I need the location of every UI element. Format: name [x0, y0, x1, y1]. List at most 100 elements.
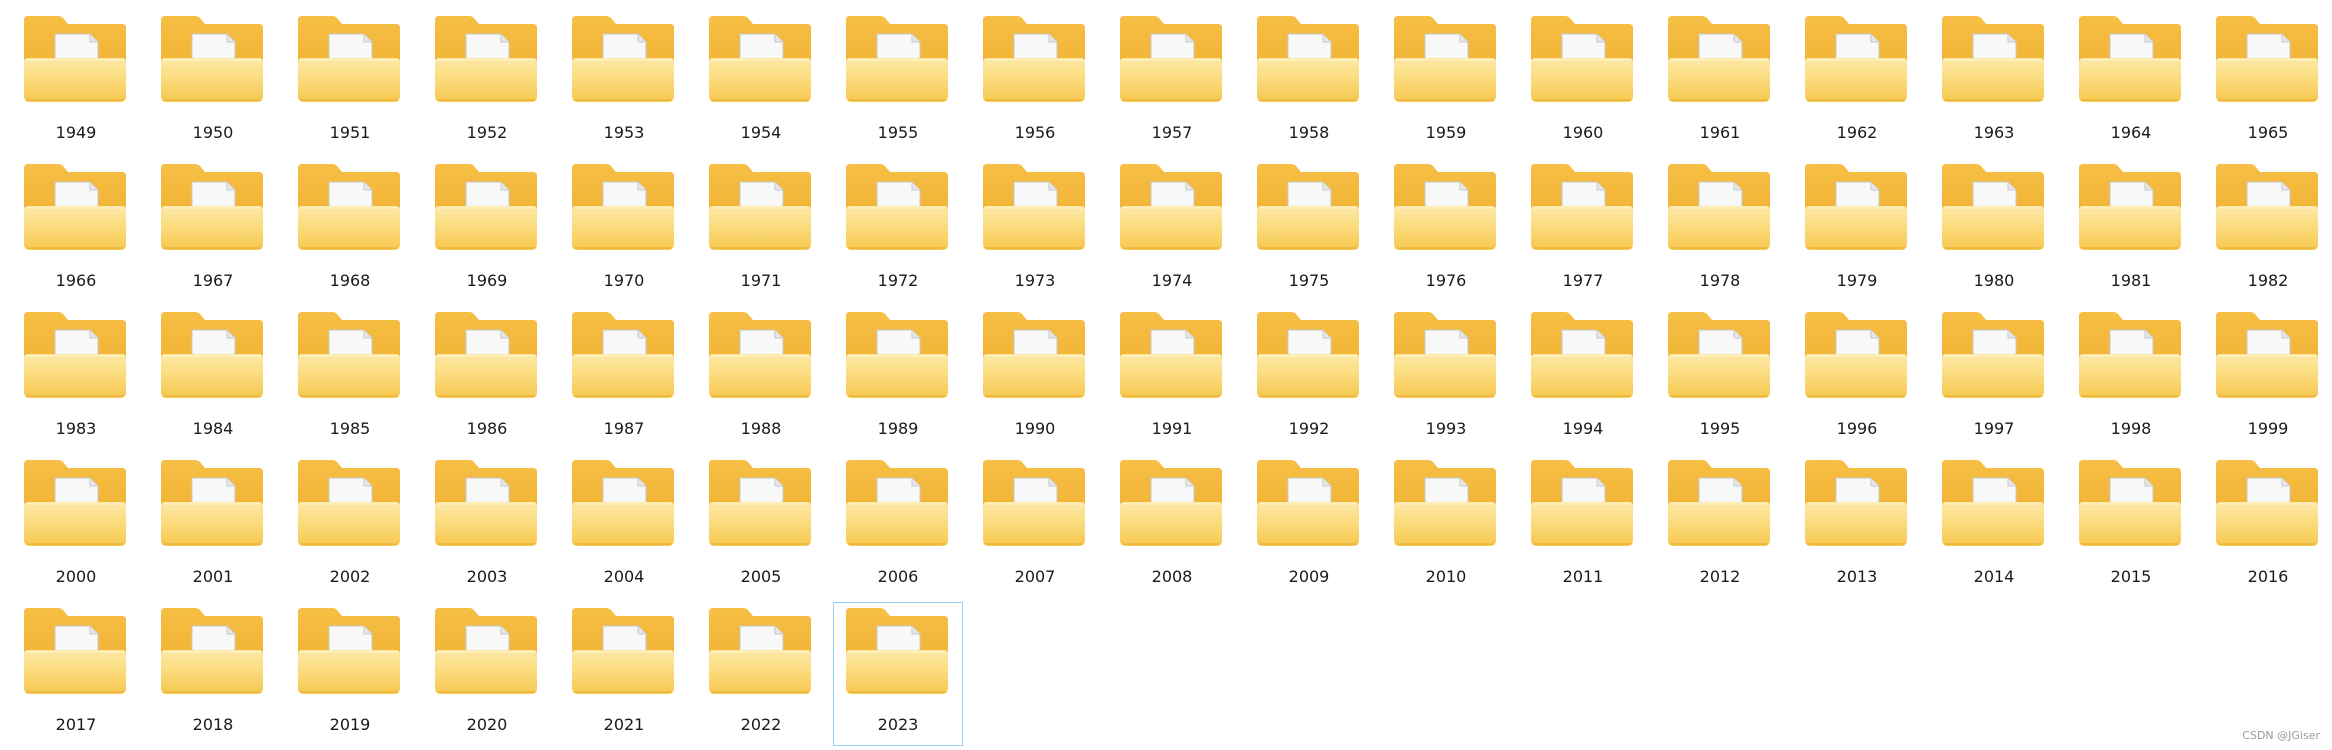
folder-2014[interactable]: 2014: [1929, 454, 2059, 598]
folder-2008[interactable]: 2008: [1107, 454, 1237, 598]
folder-1950[interactable]: 1950: [148, 10, 278, 154]
folder-2004[interactable]: 2004: [559, 454, 689, 598]
folder-2018[interactable]: 2018: [148, 602, 278, 746]
folder-icon: [1394, 16, 1496, 102]
folder-icon: [1120, 460, 1222, 546]
folder-1967[interactable]: 1967: [148, 158, 278, 302]
folder-1951[interactable]: 1951: [285, 10, 415, 154]
folder-label: 1955: [877, 123, 919, 142]
folder-2011[interactable]: 2011: [1518, 454, 1648, 598]
folder-icon: [161, 608, 263, 694]
folder-1970[interactable]: 1970: [559, 158, 689, 302]
folder-1971[interactable]: 1971: [696, 158, 826, 302]
folder-1980[interactable]: 1980: [1929, 158, 2059, 302]
folder-2016[interactable]: 2016: [2203, 454, 2332, 598]
folder-2003[interactable]: 2003: [422, 454, 552, 598]
folder-1960[interactable]: 1960: [1518, 10, 1648, 154]
folder-1973[interactable]: 1973: [970, 158, 1100, 302]
folder-1956[interactable]: 1956: [970, 10, 1100, 154]
folder-2002[interactable]: 2002: [285, 454, 415, 598]
folder-1991[interactable]: 1991: [1107, 306, 1237, 450]
folder-icon: [161, 164, 263, 250]
folder-1972[interactable]: 1972: [833, 158, 963, 302]
folder-2015[interactable]: 2015: [2066, 454, 2196, 598]
folder-1961[interactable]: 1961: [1655, 10, 1785, 154]
folder-2010[interactable]: 2010: [1381, 454, 1511, 598]
folder-1974[interactable]: 1974: [1107, 158, 1237, 302]
folder-label: 2002: [329, 567, 371, 586]
folder-1957[interactable]: 1957: [1107, 10, 1237, 154]
folder-1965[interactable]: 1965: [2203, 10, 2332, 154]
folder-1953[interactable]: 1953: [559, 10, 689, 154]
folder-1999[interactable]: 1999: [2203, 306, 2332, 450]
folder-1969[interactable]: 1969: [422, 158, 552, 302]
folder-label: 1972: [877, 271, 919, 290]
folder-1954[interactable]: 1954: [696, 10, 826, 154]
folder-1983[interactable]: 1983: [11, 306, 141, 450]
folder-1964[interactable]: 1964: [2066, 10, 2196, 154]
folder-1979[interactable]: 1979: [1792, 158, 1922, 302]
folder-label: 1968: [329, 271, 371, 290]
folder-label: 2005: [740, 567, 782, 586]
folder-1982[interactable]: 1982: [2203, 158, 2332, 302]
folder-1993[interactable]: 1993: [1381, 306, 1511, 450]
folder-1968[interactable]: 1968: [285, 158, 415, 302]
folder-2005[interactable]: 2005: [696, 454, 826, 598]
folder-1963[interactable]: 1963: [1929, 10, 2059, 154]
folder-label: 1981: [2110, 271, 2152, 290]
folder-icon: [1668, 312, 1770, 398]
folder-1998[interactable]: 1998: [2066, 306, 2196, 450]
folder-label: 2009: [1288, 567, 1330, 586]
folder-1992[interactable]: 1992: [1244, 306, 1374, 450]
folder-1995[interactable]: 1995: [1655, 306, 1785, 450]
folder-1989[interactable]: 1989: [833, 306, 963, 450]
folder-1966[interactable]: 1966: [11, 158, 141, 302]
folder-1955[interactable]: 1955: [833, 10, 963, 154]
folder-1985[interactable]: 1985: [285, 306, 415, 450]
folder-1996[interactable]: 1996: [1792, 306, 1922, 450]
folder-1986[interactable]: 1986: [422, 306, 552, 450]
folder-2006[interactable]: 2006: [833, 454, 963, 598]
folder-label: 1951: [329, 123, 371, 142]
folder-2021[interactable]: 2021: [559, 602, 689, 746]
folder-label: 2010: [1425, 567, 1467, 586]
folder-2009[interactable]: 2009: [1244, 454, 1374, 598]
folder-1984[interactable]: 1984: [148, 306, 278, 450]
folder-1962[interactable]: 1962: [1792, 10, 1922, 154]
folder-1981[interactable]: 1981: [2066, 158, 2196, 302]
folder-label: 1956: [1014, 123, 1056, 142]
folder-1978[interactable]: 1978: [1655, 158, 1785, 302]
folder-2007[interactable]: 2007: [970, 454, 1100, 598]
folder-label: 1995: [1699, 419, 1741, 438]
folder-1994[interactable]: 1994: [1518, 306, 1648, 450]
folder-1987[interactable]: 1987: [559, 306, 689, 450]
folder-2023[interactable]: 2023: [833, 602, 963, 746]
folder-1959[interactable]: 1959: [1381, 10, 1511, 154]
folder-icon: [1257, 312, 1359, 398]
folder-1990[interactable]: 1990: [970, 306, 1100, 450]
folder-1976[interactable]: 1976: [1381, 158, 1511, 302]
folder-icon: [435, 164, 537, 250]
folder-2017[interactable]: 2017: [11, 602, 141, 746]
folder-2001[interactable]: 2001: [148, 454, 278, 598]
folder-1988[interactable]: 1988: [696, 306, 826, 450]
folder-2020[interactable]: 2020: [422, 602, 552, 746]
folder-2013[interactable]: 2013: [1792, 454, 1922, 598]
folder-2019[interactable]: 2019: [285, 602, 415, 746]
folder-icon: [2216, 164, 2318, 250]
folder-1977[interactable]: 1977: [1518, 158, 1648, 302]
folder-1997[interactable]: 1997: [1929, 306, 2059, 450]
folder-2022[interactable]: 2022: [696, 602, 826, 746]
folder-label: 1960: [1562, 123, 1604, 142]
folder-icon: [298, 460, 400, 546]
folder-2000[interactable]: 2000: [11, 454, 141, 598]
folder-1949[interactable]: 1949: [11, 10, 141, 154]
folder-1952[interactable]: 1952: [422, 10, 552, 154]
folder-label: 1978: [1699, 271, 1741, 290]
folder-1958[interactable]: 1958: [1244, 10, 1374, 154]
folder-1975[interactable]: 1975: [1244, 158, 1374, 302]
folder-icon: [2216, 312, 2318, 398]
folder-label: 1957: [1151, 123, 1193, 142]
folder-icon: [1257, 164, 1359, 250]
folder-2012[interactable]: 2012: [1655, 454, 1785, 598]
